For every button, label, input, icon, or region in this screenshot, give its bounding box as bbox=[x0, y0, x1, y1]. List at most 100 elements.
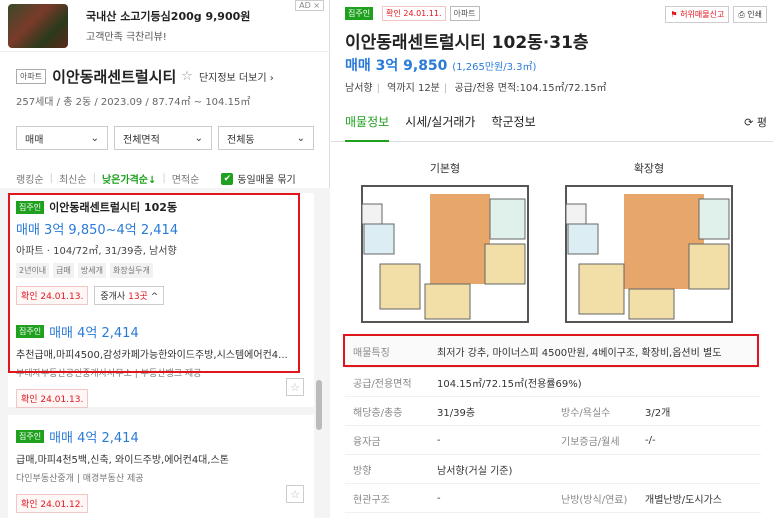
listing-item[interactable]: 집주인 이안동래센트럴시티 102동 매매 3억 9,850~4억 2,414 … bbox=[8, 193, 314, 312]
complex-stats: 257세대 / 총 2동 / 2023.09 / 87.74㎡ ~ 104.15… bbox=[16, 97, 251, 108]
same-listing-checkbox[interactable]: ✔ 동일매물 묶기 bbox=[221, 171, 296, 186]
info-row-structure: 현관구조 - 난방(방식/연료) 개별난방/도시가스 bbox=[345, 484, 761, 513]
info-value: 31/39층 bbox=[437, 407, 476, 419]
chevron-down-icon: ⌄ bbox=[90, 132, 99, 144]
sort-area[interactable]: 면적순 bbox=[172, 171, 200, 186]
divider: | bbox=[92, 173, 96, 184]
owner-confirm-badge: 집주인 bbox=[16, 430, 45, 443]
listing-panel: 국내산 소고기등심200g 9,900원 고객만족 극찬리뷰! AD × 아파트… bbox=[0, 0, 330, 518]
info-key: 난방(방식/연료) bbox=[561, 494, 628, 506]
chevron-up-icon: ^ bbox=[150, 292, 159, 302]
agents-count: 13곳 bbox=[128, 292, 148, 302]
listing-tag: 화장실두개 bbox=[110, 263, 153, 278]
listing-price: 매매 3억 9,850~4억 2,414 bbox=[16, 223, 179, 238]
info-value: 남서향(거실 기준) bbox=[437, 465, 513, 477]
floor-plan-label: 기본형 bbox=[429, 162, 461, 175]
detail-panel: 집주인 확인 24.01.11. 아파트 ⚑ 허위매물신고 ⎙ 인쇄 이안동래센… bbox=[331, 0, 773, 518]
floor-plan-image bbox=[361, 185, 529, 323]
info-row-floor: 해당층/총층 31/39층 방수/욕실수 3/2개 bbox=[345, 397, 761, 426]
favorite-star-icon[interactable]: ☆ bbox=[286, 378, 304, 396]
agents-toggle[interactable]: 중개사 13곳 ^ bbox=[94, 286, 165, 305]
detail-title: 이안동래센트럴시티 102동·31층 bbox=[345, 33, 589, 53]
complex-name: 이안동래센트럴시티 bbox=[52, 68, 177, 86]
owner-confirm-badge: 집주인 bbox=[16, 200, 45, 214]
ad-subtitle: 고객만족 극찬리뷰! bbox=[86, 32, 167, 43]
tab-price-history[interactable]: 시세/실거래가 bbox=[405, 113, 475, 130]
checkmark-icon: ✔ bbox=[221, 172, 234, 185]
divider: | bbox=[162, 173, 166, 184]
info-row-direction: 방향 남서향(거실 기준) bbox=[345, 455, 761, 484]
sort-low-price[interactable]: 낮은가격순↓ bbox=[102, 171, 156, 186]
info-row-loan: 융자금 - 기보증금/월세 -/- bbox=[345, 426, 761, 455]
listing-price: 매매 4억 2,414 bbox=[49, 431, 139, 446]
tab-listing-info[interactable]: 매물정보 bbox=[345, 113, 390, 142]
building-value: 전체동 bbox=[227, 134, 255, 146]
listing-agents: 다인부동산중개 | 매경부동산 제공 bbox=[16, 474, 144, 484]
info-value: 104.15㎡/72.15㎡(전용률69%) bbox=[437, 378, 582, 390]
price-label: 매매 bbox=[345, 58, 371, 74]
favorite-star-icon[interactable]: ☆ bbox=[286, 485, 304, 503]
info-value: 개별난방/도시가스 bbox=[645, 494, 722, 506]
station-distance: 역까지 12분 bbox=[387, 83, 440, 94]
listing-info-table: 매물특징 최저가 강추, 마이너스피 4500만원, 4베이구조, 확장비,옵션… bbox=[345, 336, 761, 513]
info-key: 기보증금/월세 bbox=[561, 436, 620, 448]
chevron-down-icon: ⌄ bbox=[296, 132, 305, 144]
sort-latest[interactable]: 최신순 bbox=[59, 171, 87, 186]
info-row-area: 공급/전용면적 104.15㎡/72.15㎡(전용률69%) bbox=[345, 368, 761, 397]
print-button[interactable]: ⎙ 인쇄 bbox=[733, 6, 767, 23]
complex-more-link[interactable]: 단지정보 더보기 › bbox=[199, 69, 274, 84]
floor-plan-image bbox=[565, 185, 733, 323]
same-listing-label: 동일매물 묶기 bbox=[237, 175, 296, 186]
verified-date: 확인 24.01.11. bbox=[382, 6, 446, 21]
chevron-down-icon: ⌄ bbox=[194, 132, 203, 144]
ad-text: 국내산 소고기등심200g 9,900원 고객만족 극찬리뷰! bbox=[86, 8, 250, 43]
tab-school-info[interactable]: 학군정보 bbox=[491, 113, 535, 130]
report-label: 허위매물신고 bbox=[680, 10, 725, 19]
direction: 남서향 bbox=[345, 83, 373, 94]
verified-date: 확인 24.01.13. bbox=[16, 389, 89, 408]
detail-summary: 남서향 | 역까지 12분 | 공급/전용 면적:104.15㎡/72.15㎡ bbox=[345, 83, 607, 94]
info-value: - bbox=[437, 434, 441, 446]
sort-ranking[interactable]: 랭킹순 bbox=[16, 171, 44, 186]
listing-tag: 방세개 bbox=[77, 263, 106, 278]
apartment-tag: 아파트 bbox=[449, 6, 480, 21]
print-icon: ⎙ bbox=[738, 10, 745, 19]
info-value: -/- bbox=[645, 434, 656, 446]
detail-tabs: 매물정보 시세/실거래가 학군정보 ⟳ 평 bbox=[331, 102, 773, 142]
filter-bar: 매매 ⌄ 전체면적 ⌄ 전체동 ⌄ bbox=[16, 126, 314, 150]
info-value: 최저가 강추, 마이너스피 4500만원, 4베이구조, 확장비,옵션비 별도 bbox=[437, 348, 722, 359]
favorite-star-icon[interactable]: ☆ bbox=[181, 69, 193, 84]
info-key: 매물특징 bbox=[353, 348, 390, 359]
listing-spec: 아파트 · 104/72㎡, 31/39층, 남서향 bbox=[16, 246, 177, 257]
report-button[interactable]: ⚑ 허위매물신고 bbox=[665, 6, 730, 23]
area-select[interactable]: 전체면적 ⌄ bbox=[114, 126, 212, 150]
ad-thumbnail[interactable] bbox=[8, 3, 68, 48]
owner-confirm-badge: 집주인 bbox=[16, 325, 45, 338]
floor-plan-basic[interactable]: 기본형 bbox=[345, 160, 545, 327]
price-per-area: (1,265만원/3.3㎡) bbox=[452, 62, 537, 73]
owner-confirm-badge: 집주인 bbox=[345, 7, 374, 20]
price-value: 3억 9,850 bbox=[375, 58, 448, 74]
ad-banner[interactable]: 국내산 소고기등심200g 9,900원 고객만족 극찬리뷰! AD × bbox=[0, 0, 330, 52]
info-key: 해당층/총층 bbox=[353, 407, 403, 419]
trade-type-select[interactable]: 매매 ⌄ bbox=[16, 126, 108, 150]
unit-toggle-button[interactable]: ⟳ 평 bbox=[744, 114, 767, 130]
listing-item[interactable]: 집주인 매매 4억 2,414 급매,마피4천5백,신축, 와이드주방,에어컨4… bbox=[8, 415, 314, 518]
divider: | bbox=[49, 173, 53, 184]
scrollbar[interactable] bbox=[316, 380, 322, 430]
detail-price: 매매 3억 9,850 (1,265만원/3.3㎡) bbox=[345, 55, 536, 75]
floor-plan-extended[interactable]: 확장형 bbox=[549, 160, 749, 327]
apartment-tag: 아파트 bbox=[16, 69, 47, 84]
siren-icon: ⚑ bbox=[670, 10, 678, 19]
listing-item[interactable]: 집주인 매매 4억 2,414 추천급매,마피4500,감성카페가능한와이드주방… bbox=[8, 312, 314, 408]
ad-close-badge[interactable]: AD × bbox=[295, 0, 324, 11]
complex-info: 아파트 이안동래센트럴시티 ☆ 단지정보 더보기 › 257세대 / 총 2동 … bbox=[16, 66, 274, 108]
info-key: 융자금 bbox=[353, 436, 381, 448]
chevron-right-icon: › bbox=[269, 73, 274, 84]
verified-date: 확인 24.01.12. bbox=[16, 494, 89, 513]
listing-tag: 2년이내 bbox=[16, 263, 50, 278]
ad-title[interactable]: 국내산 소고기등심200g 9,900원 bbox=[86, 8, 250, 24]
building-select[interactable]: 전체동 ⌄ bbox=[218, 126, 314, 150]
listing-tag: 급매 bbox=[53, 263, 74, 278]
info-value: - bbox=[437, 492, 441, 504]
